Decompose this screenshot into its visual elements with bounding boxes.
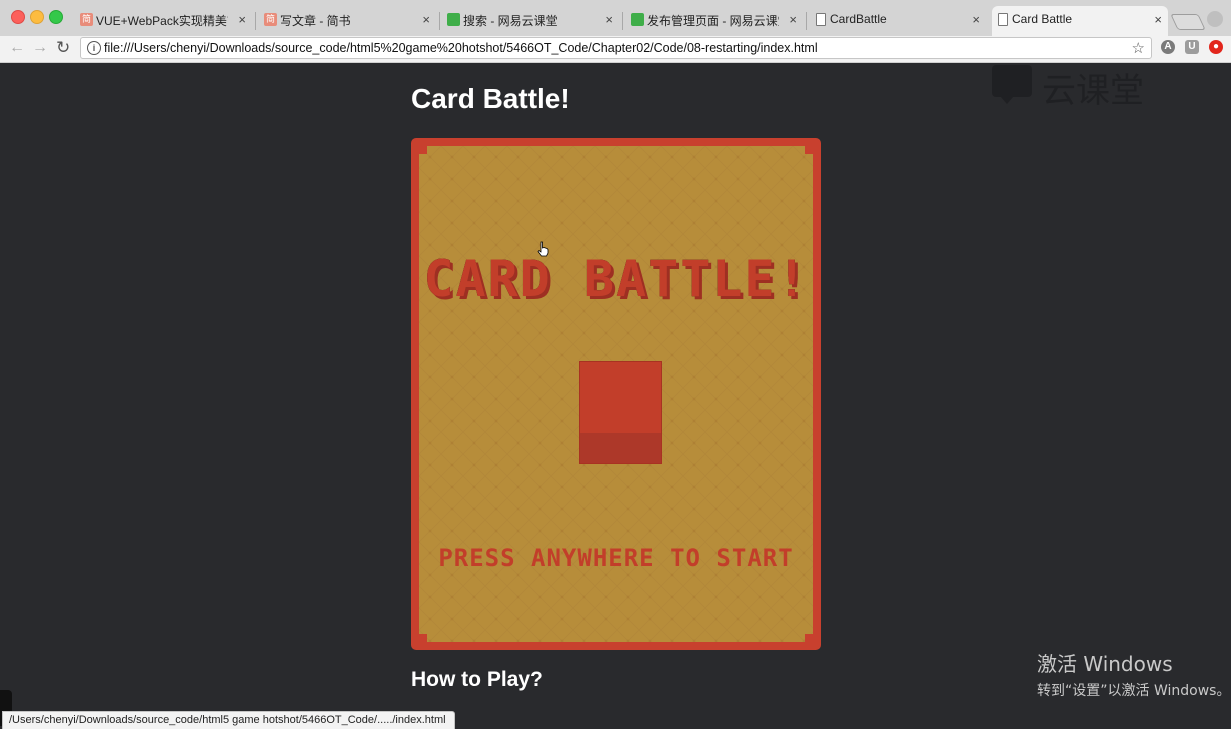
watermark-text: 云课堂 (1042, 71, 1144, 111)
tab-label: 写文章 - 简书 (280, 14, 351, 28)
hand-cursor-icon (537, 241, 549, 257)
board-corner (805, 146, 813, 154)
tab-cardbattle[interactable]: CardBattle × (806, 6, 990, 36)
jian-icon: 简 (264, 13, 277, 26)
how-to-play-heading: How to Play? (411, 668, 543, 691)
game-board[interactable]: CARD BATTLE! PRESS ANYWHERE TO START (419, 146, 813, 642)
tab-publish-management[interactable]: 发布管理页面 - 网易云课堂 × (623, 6, 807, 36)
netease-icon (631, 13, 644, 26)
game-title: CARD BATTLE! (423, 250, 809, 308)
close-window-button[interactable] (11, 10, 25, 24)
close-icon[interactable]: × (972, 12, 980, 27)
windows-activation-notice: 激活 Windows 转到“设置”以激活 Windows。 (1037, 648, 1230, 700)
back-arrow-icon[interactable]: ← (9, 38, 25, 58)
start-prompt[interactable]: PRESS ANYWHERE TO START (419, 544, 813, 572)
info-icon[interactable]: i (87, 41, 101, 55)
activation-title: 激活 Windows (1037, 652, 1173, 676)
board-corner (419, 146, 427, 154)
page-title: Card Battle! (411, 83, 570, 114)
document-icon (998, 13, 1008, 26)
close-icon[interactable]: × (422, 12, 430, 27)
watermark-logo-icon (992, 65, 1032, 104)
close-icon[interactable]: × (605, 12, 613, 27)
tab-label: Card Battle (1012, 12, 1073, 26)
netease-icon (447, 13, 460, 26)
bookmark-star-icon[interactable]: ☆ (1132, 39, 1145, 57)
tab-card-battle-active[interactable]: Card Battle × (988, 6, 1172, 36)
tab-write-article[interactable]: 简 写文章 - 简书 × (256, 6, 440, 36)
board-corner (805, 634, 813, 642)
activation-hint: 转到“设置”以激活 Windows。 (1037, 683, 1231, 699)
tab-label: VUE+WebPack实现精美前端 (96, 14, 228, 28)
close-icon[interactable]: × (789, 12, 797, 27)
extension-u-icon[interactable]: U (1185, 40, 1199, 54)
new-tab-button[interactable] (1170, 14, 1206, 30)
close-icon[interactable]: × (238, 12, 246, 27)
browser-toolbar: ← → ↻ i file:///Users/chenyi/Downloads/s… (0, 36, 1231, 63)
page-viewport: Card Battle! CARD BATTLE! PRESS ANYWHERE… (0, 63, 1231, 729)
card-back (579, 361, 662, 464)
extension-a-icon[interactable]: A (1161, 40, 1175, 54)
reload-icon[interactable]: ↻ (56, 38, 70, 58)
tab-label: CardBattle (830, 12, 887, 26)
maximize-window-button[interactable] (49, 10, 63, 24)
tab-label: 发布管理页面 - 网易云课堂 (647, 14, 779, 28)
address-bar[interactable]: i file:///Users/chenyi/Downloads/source_… (80, 37, 1152, 59)
profile-icon[interactable] (1207, 11, 1223, 27)
jian-icon: 简 (80, 13, 93, 26)
forward-arrow-icon[interactable]: → (32, 38, 48, 58)
board-corner (419, 634, 427, 642)
watermark: 云课堂 (990, 63, 1150, 111)
tab-label: 搜索 - 网易云课堂 (463, 14, 558, 28)
address-url[interactable]: file:///Users/chenyi/Downloads/source_co… (104, 41, 818, 55)
minimize-window-button[interactable] (30, 10, 44, 24)
close-icon[interactable]: × (1154, 12, 1162, 27)
extension-red-icon[interactable]: ● (1209, 40, 1223, 54)
game-canvas[interactable]: CARD BATTLE! PRESS ANYWHERE TO START (411, 138, 821, 650)
status-bar-url: /Users/chenyi/Downloads/source_code/html… (2, 711, 455, 729)
tab-vue-webpack[interactable]: 简 VUE+WebPack实现精美前端 × (72, 6, 256, 36)
tab-search-netease[interactable]: 搜索 - 网易云课堂 × (439, 6, 623, 36)
document-icon (816, 13, 826, 26)
tab-strip: 简 VUE+WebPack实现精美前端 × 简 写文章 - 简书 × 搜索 - … (0, 0, 1231, 37)
card-shade (580, 433, 661, 463)
